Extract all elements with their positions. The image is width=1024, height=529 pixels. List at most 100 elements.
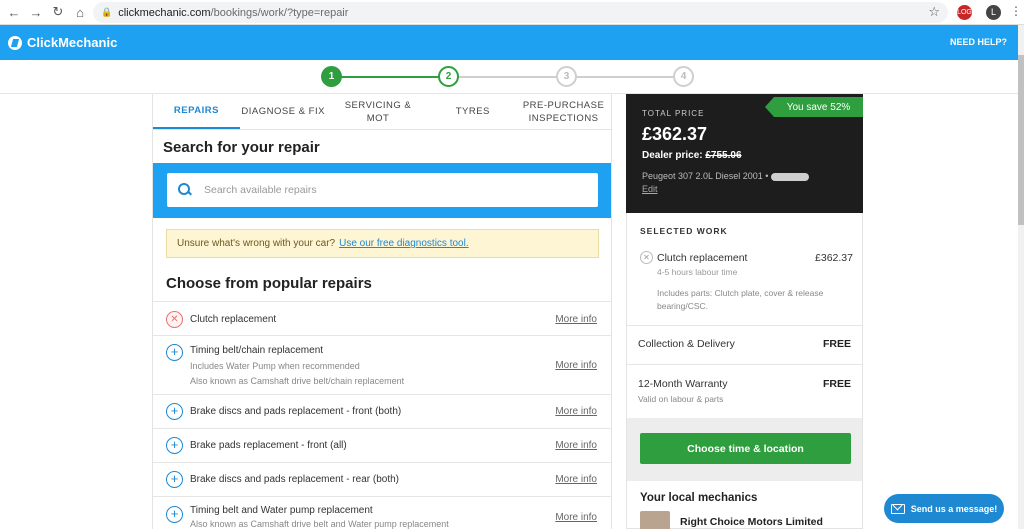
collection-delivery-row: Collection & Delivery FREE xyxy=(638,338,851,350)
more-info-link[interactable]: More info xyxy=(555,314,597,325)
mechanic-item[interactable]: Right Choice Motors Limited xyxy=(640,511,823,529)
send-message-button[interactable]: Send us a message! xyxy=(884,494,1004,523)
popular-repairs-list: ✕ Clutch replacement More info + Timing … xyxy=(153,301,611,529)
category-tabs: REPAIRS DIAGNOSE & FIX SERVICING & MOT T… xyxy=(153,94,611,130)
selected-work-panel: SELECTED WORK ✕ Clutch replacement £362.… xyxy=(626,213,863,529)
send-message-label: Send us a message! xyxy=(910,503,998,514)
list-item[interactable]: + Timing belt/chain replacement Includes… xyxy=(153,335,611,394)
add-icon[interactable]: + xyxy=(166,344,183,361)
remove-icon[interactable]: ✕ xyxy=(166,311,183,328)
list-item[interactable]: + Timing belt and Water pump replacement… xyxy=(153,496,611,529)
tab-pre-purchase-inspections[interactable]: PRE-PURCHASE INSPECTIONS xyxy=(516,94,611,129)
labour-time: 4-5 hours labour time xyxy=(657,267,738,277)
warranty-label: 12-Month Warranty xyxy=(638,378,728,390)
dealer-price: Dealer price: £755.06 xyxy=(642,150,742,161)
collection-label: Collection & Delivery xyxy=(638,338,735,350)
repair-alias: Also known as Camshaft drive belt and Wa… xyxy=(190,519,449,529)
list-item[interactable]: + Brake discs and pads replacement - fro… xyxy=(153,394,611,428)
more-info-link[interactable]: More info xyxy=(555,440,597,451)
collection-value: FREE xyxy=(822,338,851,350)
search-box[interactable] xyxy=(167,173,598,207)
more-info-link[interactable]: More info xyxy=(555,474,597,485)
site-header: ClickMechanic NEED HELP? xyxy=(0,25,1018,60)
total-price: £362.37 xyxy=(642,124,708,144)
repair-name: Brake pads replacement - front (all) xyxy=(190,440,347,451)
step-2[interactable]: 2 xyxy=(438,66,459,87)
envelope-icon xyxy=(890,503,905,514)
add-icon[interactable]: + xyxy=(166,437,183,454)
tab-tyres[interactable]: TYRES xyxy=(429,94,516,129)
included-parts: Includes parts: Clutch plate, cover & re… xyxy=(657,288,824,311)
notice-text: Unsure what's wrong with your car? xyxy=(177,238,336,249)
forward-icon[interactable]: → xyxy=(25,1,47,23)
repair-name: Clutch replacement xyxy=(190,314,277,325)
logo-mark-icon xyxy=(8,35,22,50)
vehicle-info: Peugeot 307 2.0L Diesel 2001 • xyxy=(642,171,810,181)
repair-name: Brake discs and pads replacement - rear … xyxy=(190,474,399,485)
home-icon[interactable]: ⌂ xyxy=(69,1,91,23)
address-bar[interactable]: 🔒 clickmechanic.com/bookings/work/?type=… xyxy=(93,2,948,23)
progress-stepper: 1 2 3 4 xyxy=(0,60,1018,94)
scrollbar-thumb[interactable] xyxy=(1018,55,1024,225)
diagnostics-notice: Unsure what's wrong with your car? Use o… xyxy=(166,229,599,258)
warranty-note: Valid on labour & parts xyxy=(638,394,724,404)
more-info-link[interactable]: More info xyxy=(555,512,597,523)
selected-item-price: £362.37 xyxy=(815,252,853,264)
need-help-link[interactable]: NEED HELP? xyxy=(950,37,1007,47)
step-3: 3 xyxy=(556,66,577,87)
url-text: clickmechanic.com/bookings/work/?type=re… xyxy=(118,7,348,19)
browser-toolbar: ← → ↻ ⌂ 🔒 clickmechanic.com/bookings/wor… xyxy=(0,0,1024,25)
divider xyxy=(627,325,862,326)
add-icon[interactable]: + xyxy=(166,471,183,488)
logo[interactable]: ClickMechanic xyxy=(8,35,117,50)
edit-vehicle-link[interactable]: Edit xyxy=(642,184,658,194)
selected-item-name: Clutch replacement xyxy=(657,252,748,264)
tab-repairs[interactable]: REPAIRS xyxy=(153,94,240,129)
step-4: 4 xyxy=(673,66,694,87)
total-price-label: TOTAL PRICE xyxy=(642,109,705,118)
page-scrollbar[interactable] xyxy=(1018,25,1024,529)
tab-servicing-mot[interactable]: SERVICING & MOT xyxy=(327,94,430,129)
repair-name: Timing belt/chain replacement xyxy=(190,345,324,356)
choose-time-location-button[interactable]: Choose time & location xyxy=(640,433,851,464)
tab-diagnose-fix[interactable]: DIAGNOSE & FIX xyxy=(240,94,327,129)
back-icon[interactable]: ← xyxy=(3,1,25,23)
more-info-link[interactable]: More info xyxy=(555,406,597,417)
url-path: /bookings/work/?type=repair xyxy=(210,6,349,19)
more-info-link[interactable]: More info xyxy=(555,360,597,371)
search-band xyxy=(153,163,611,218)
add-icon[interactable]: + xyxy=(166,506,183,523)
list-item[interactable]: ✕ Clutch replacement More info xyxy=(153,301,611,335)
cta-area: Choose time & location xyxy=(627,418,862,481)
step-connector xyxy=(459,76,557,78)
logo-text: ClickMechanic xyxy=(27,35,118,50)
add-icon[interactable]: + xyxy=(166,403,183,420)
repair-alias: Also known as Camshaft drive belt/chain … xyxy=(190,376,405,386)
diagnostics-link[interactable]: Use our free diagnostics tool. xyxy=(339,238,469,249)
search-icon xyxy=(178,183,192,197)
step-1[interactable]: 1 xyxy=(321,66,342,87)
bookmark-star-icon[interactable]: ☆ xyxy=(928,4,940,20)
profile-avatar[interactable]: L xyxy=(986,5,1001,20)
repair-name: Brake discs and pads replacement - front… xyxy=(190,406,402,417)
divider xyxy=(627,364,862,365)
repairs-panel: REPAIRS DIAGNOSE & FIX SERVICING & MOT T… xyxy=(152,94,612,529)
lock-icon: 🔒 xyxy=(101,7,113,17)
price-summary-card: You save 52% TOTAL PRICE £362.37 Dealer … xyxy=(626,94,863,213)
list-item[interactable]: + Brake discs and pads replacement - rea… xyxy=(153,462,611,496)
repair-name: Timing belt and Water pump replacement xyxy=(190,505,373,516)
dealer-price-label: Dealer price: xyxy=(642,150,703,161)
mechanic-name: Right Choice Motors Limited xyxy=(680,516,823,528)
list-item[interactable]: + Brake pads replacement - front (all) M… xyxy=(153,428,611,462)
search-input[interactable] xyxy=(204,184,584,196)
repair-note: Includes Water Pump when recommended xyxy=(190,361,360,371)
remove-icon[interactable]: ✕ xyxy=(640,251,653,264)
local-mechanics-title: Your local mechanics xyxy=(640,492,758,504)
kebab-menu-icon[interactable]: ⋮ xyxy=(1010,4,1022,18)
warranty-row: 12-Month Warranty FREE Valid on labour &… xyxy=(638,378,851,404)
reload-icon[interactable]: ↻ xyxy=(47,1,69,23)
dealer-price-value: £755.06 xyxy=(705,150,742,161)
extension-icon[interactable]: LOG xyxy=(957,5,972,20)
savings-badge: You save 52% xyxy=(765,97,863,117)
selected-work-title: SELECTED WORK xyxy=(640,226,728,236)
